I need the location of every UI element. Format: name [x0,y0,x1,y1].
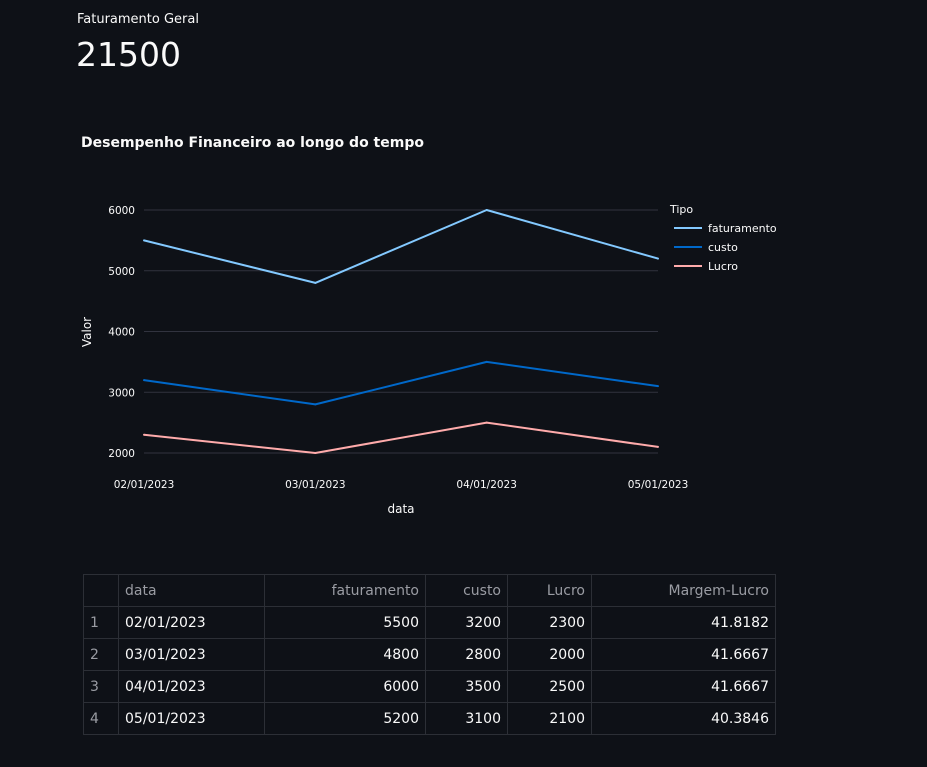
line-chart[interactable]: Desempenho Financeiro ao longo do tempo 2… [0,120,927,530]
table-cell-margem-lucro: 40.3846 [591,702,776,735]
x-tick-label: 03/01/2023 [285,479,346,491]
table-cell-margem-lucro: 41.8182 [591,606,776,639]
legend-title: Tipo [669,203,693,216]
table-header-row: data faturamento custo Lucro Margem-Lucr… [83,574,776,607]
data-point-faturamento [143,239,145,242]
data-point-faturamento [485,209,488,211]
table-cell-index: 1 [83,606,119,639]
data-point-lucro [657,445,659,448]
data-table-container[interactable]: data faturamento custo Lucro Margem-Lucr… [83,574,776,735]
data-point-faturamento [314,281,317,284]
data-point-custo [485,360,488,363]
table-header-margem-lucro[interactable]: Margem-Lucro [591,574,776,607]
y-tick-label: 4000 [108,327,135,339]
table-cell-index: 3 [83,670,119,703]
chart-svg: Desempenho Financeiro ao longo do tempo 2… [80,135,777,516]
table-cell-data: 04/01/2023 [118,670,265,703]
table-cell-faturamento: 4800 [264,638,426,671]
table-cell-faturamento: 6000 [264,670,426,703]
table-cell-index: 2 [83,638,119,671]
table-cell-index: 4 [83,702,119,735]
table-row[interactable]: 4 05/01/2023 5200 3100 2100 40.3846 [83,702,776,735]
y-tick-label: 5000 [108,266,135,278]
table-header-lucro[interactable]: Lucro [507,574,592,607]
table-cell-data: 05/01/2023 [118,702,265,735]
y-axis-label: Valor [80,317,94,347]
legend-label-lucro: Lucro [708,260,738,273]
table-header-faturamento[interactable]: faturamento [264,574,426,607]
metric-label: Faturamento Geral [77,12,199,27]
x-tick-label: 05/01/2023 [628,479,689,491]
x-axis-label: data [387,502,414,516]
table-cell-faturamento: 5500 [264,606,426,639]
table-cell-lucro: 2100 [507,702,592,735]
table-cell-data: 03/01/2023 [118,638,265,671]
series-line-faturamento [143,209,659,284]
data-table: data faturamento custo Lucro Margem-Lucr… [83,574,776,735]
data-point-lucro [485,421,488,424]
x-tick-label: 02/01/2023 [114,479,175,491]
table-cell-custo: 3200 [425,606,508,639]
data-point-faturamento [657,257,659,260]
chart-title: Desempenho Financeiro ao longo do tempo [81,135,424,151]
table-row[interactable]: 2 03/01/2023 4800 2800 2000 41.6667 [83,638,776,671]
table-cell-custo: 2800 [425,638,508,671]
data-point-lucro [314,452,317,454]
table-cell-lucro: 2000 [507,638,592,671]
table-cell-data: 02/01/2023 [118,606,265,639]
table-row[interactable]: 3 04/01/2023 6000 3500 2500 41.6667 [83,670,776,703]
data-point-custo [143,379,145,382]
y-tick-label: 3000 [108,387,135,399]
data-point-lucro [143,433,145,436]
data-point-custo [314,403,317,406]
table-row[interactable]: 1 02/01/2023 5500 3200 2300 41.8182 [83,606,776,639]
y-tick-label: 2000 [108,448,135,460]
table-cell-lucro: 2300 [507,606,592,639]
table-cell-lucro: 2500 [507,670,592,703]
series-line-lucro [143,421,659,454]
metric-value: 21500 [76,35,181,74]
x-tick-label: 04/01/2023 [456,479,517,491]
table-cell-custo: 3100 [425,702,508,735]
table-cell-faturamento: 5200 [264,702,426,735]
legend-label-faturamento: faturamento [708,222,777,235]
table-cell-custo: 3500 [425,670,508,703]
data-point-custo [657,385,659,388]
y-tick-label: 6000 [108,205,135,217]
table-header-data[interactable]: data [118,574,265,607]
legend-label-custo: custo [708,241,738,254]
table-header-index[interactable] [83,574,119,607]
table-cell-margem-lucro: 41.6667 [591,670,776,703]
table-cell-margem-lucro: 41.6667 [591,638,776,671]
series-line-custo [143,360,659,406]
table-header-custo[interactable]: custo [425,574,508,607]
